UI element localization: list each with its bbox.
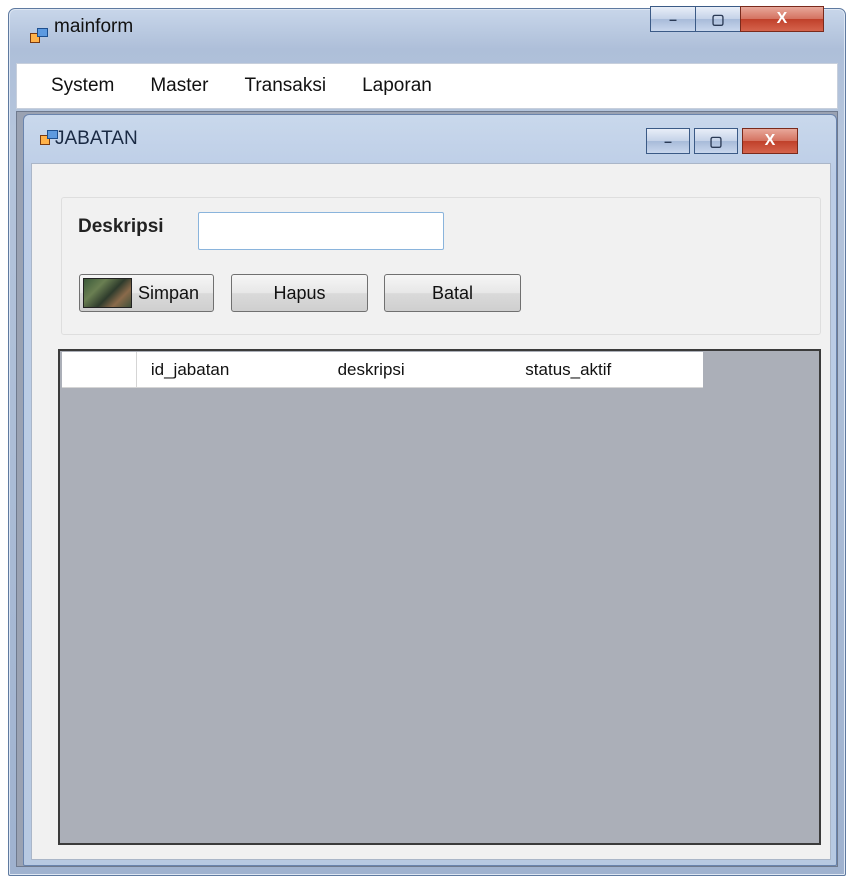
menu-item-laporan[interactable]: Laporan xyxy=(344,63,450,109)
jabatan-data-grid[interactable] xyxy=(58,349,821,845)
hapus-button[interactable]: Hapus xyxy=(231,274,368,312)
grid-row-header-corner[interactable] xyxy=(62,352,137,387)
main-close-button[interactable]: X xyxy=(740,6,824,32)
child-minimize-button[interactable]: – xyxy=(646,128,690,154)
main-minimize-button[interactable]: – xyxy=(650,6,696,32)
grid-header-row: id_jabatan deskripsi status_aktif xyxy=(62,352,703,388)
child-close-button[interactable]: X xyxy=(742,128,798,154)
simpan-label: Simpan xyxy=(138,282,200,303)
deskripsi-input[interactable] xyxy=(198,212,444,250)
main-window-title: mainform xyxy=(54,16,134,37)
column-header-id-jabatan[interactable]: id_jabatan xyxy=(137,352,324,387)
jabatan-window-title: JABATAN xyxy=(55,128,138,149)
batal-button[interactable]: Batal xyxy=(384,274,521,312)
main-caption-buttons: – ▢ X xyxy=(650,6,824,32)
deskripsi-label: Deskripsi xyxy=(78,216,164,237)
child-maximize-button[interactable]: ▢ xyxy=(694,128,738,154)
column-header-status-aktif[interactable]: status_aktif xyxy=(511,352,703,387)
child-caption-buttons: – ▢ X xyxy=(646,128,798,154)
simpan-button[interactable]: Simpan xyxy=(79,274,214,312)
menu-item-master[interactable]: Master xyxy=(132,63,226,109)
menu-item-transaksi[interactable]: Transaksi xyxy=(226,63,344,109)
menu-bar: System Master Transaksi Laporan xyxy=(16,63,838,109)
main-maximize-button[interactable]: ▢ xyxy=(695,6,741,32)
app-icon[interactable] xyxy=(30,28,48,44)
column-header-deskripsi[interactable]: deskripsi xyxy=(324,352,512,387)
save-image-icon xyxy=(83,278,132,308)
menu-item-system[interactable]: System xyxy=(17,63,132,109)
